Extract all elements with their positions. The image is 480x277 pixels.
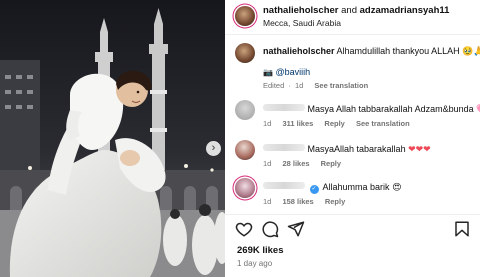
commenter-avatar[interactable]: [235, 140, 255, 160]
comment-item: Masya Allah tabbarakallah Adzam&bunda 🩷 …: [225, 98, 480, 132]
edited-label: Edited: [263, 81, 285, 90]
comment-body: Masya Allah tabbarakallah Adzam&bunda: [307, 104, 474, 114]
photo-scene: [0, 0, 225, 277]
caption-time: 1d: [294, 81, 304, 90]
caption-emojis: 🥹🙏: [462, 46, 480, 56]
comment-meta: 1d 311 likes Reply See translation: [263, 119, 419, 128]
post-photo[interactable]: ›: [0, 0, 225, 277]
collab-conjunction: and: [341, 5, 357, 16]
post-location[interactable]: Mecca, Saudi Arabia: [263, 18, 341, 28]
reply-button[interactable]: Reply: [324, 119, 344, 128]
caption-block: nathalieholscher Alhamdulillah thankyou …: [225, 40, 480, 92]
comment-meta: 1d 158 likes Reply: [263, 197, 354, 206]
post-header: nathalieholscher and adzamadriansyah11 M…: [225, 0, 480, 34]
comment-meta: 1d 28 likes Reply: [263, 159, 350, 168]
comment-emoji: 😍: [392, 182, 402, 192]
comment-text: MasyaAllah tabarakallah ❤❤❤: [263, 143, 431, 155]
see-translation-link[interactable]: See translation: [314, 81, 368, 90]
meta-separator: ·: [288, 81, 291, 90]
post-details-panel: nathalieholscher and adzamadriansyah11 M…: [225, 0, 480, 277]
actions-divider: [225, 214, 480, 215]
chevron-right-icon[interactable]: ›: [206, 141, 221, 156]
likes-count[interactable]: 269K likes: [237, 245, 283, 256]
reply-button[interactable]: Reply: [325, 197, 345, 206]
comment-text: ✓ Allahumma barik 😍: [263, 181, 401, 194]
camera-icon: 📷: [263, 68, 273, 77]
caption-meta: Edited · 1d See translation: [263, 81, 377, 90]
share-icon[interactable]: [287, 220, 305, 238]
verified-badge-icon: ✓: [309, 185, 319, 194]
caption-avatar[interactable]: [235, 43, 255, 63]
bookmark-icon[interactable]: [453, 220, 471, 238]
tagged-line: 📷 @baviiih: [263, 66, 310, 79]
comment-body: Allahumma barik: [322, 182, 390, 192]
post-timestamp: 1 day ago: [237, 259, 273, 268]
collaborator-username[interactable]: adzamadriansyah11: [360, 5, 450, 16]
author-username[interactable]: nathalieholscher: [263, 5, 339, 16]
comment-body: MasyaAllah tabarakallah: [307, 144, 406, 154]
tagged-user-link[interactable]: @baviiih: [275, 67, 310, 77]
comment-time: 1d: [263, 119, 272, 128]
see-translation-link[interactable]: See translation: [356, 119, 410, 128]
comment-emoji: ❤❤❤: [408, 144, 431, 154]
heart-icon[interactable]: [235, 220, 253, 238]
comment-time: 1d: [263, 159, 272, 168]
commenter-avatar[interactable]: [235, 178, 255, 198]
comment-likes[interactable]: 158 likes: [282, 197, 313, 206]
header-divider: [225, 34, 480, 35]
action-bar: [225, 220, 480, 242]
comment-emoji: 🩷: [476, 104, 480, 114]
comment-icon[interactable]: [261, 220, 279, 238]
comment-item: ✓ Allahumma barik 😍 1d 158 likes Reply: [225, 176, 480, 210]
comment-likes[interactable]: 311 likes: [282, 119, 313, 128]
commenter-username-redacted[interactable]: [263, 182, 305, 189]
caption-body: Alhamdulillah thankyou ALLAH: [336, 46, 460, 56]
caption-text: nathalieholscher Alhamdulillah thankyou …: [263, 45, 480, 57]
author-avatar[interactable]: [235, 6, 255, 26]
comment-likes[interactable]: 28 likes: [282, 159, 309, 168]
commenter-username-redacted[interactable]: [263, 144, 305, 151]
comment-text: Masya Allah tabbarakallah Adzam&bunda 🩷: [263, 103, 480, 115]
caption-username[interactable]: nathalieholscher: [263, 46, 335, 56]
collab-usernames: nathalieholscher and adzamadriansyah11: [263, 5, 449, 16]
commenter-username-redacted[interactable]: [263, 104, 305, 111]
commenter-avatar[interactable]: [235, 100, 255, 120]
comment-time: 1d: [263, 197, 272, 206]
comment-item: MasyaAllah tabarakallah ❤❤❤ 1d 28 likes …: [225, 138, 480, 172]
reply-button[interactable]: Reply: [321, 159, 341, 168]
